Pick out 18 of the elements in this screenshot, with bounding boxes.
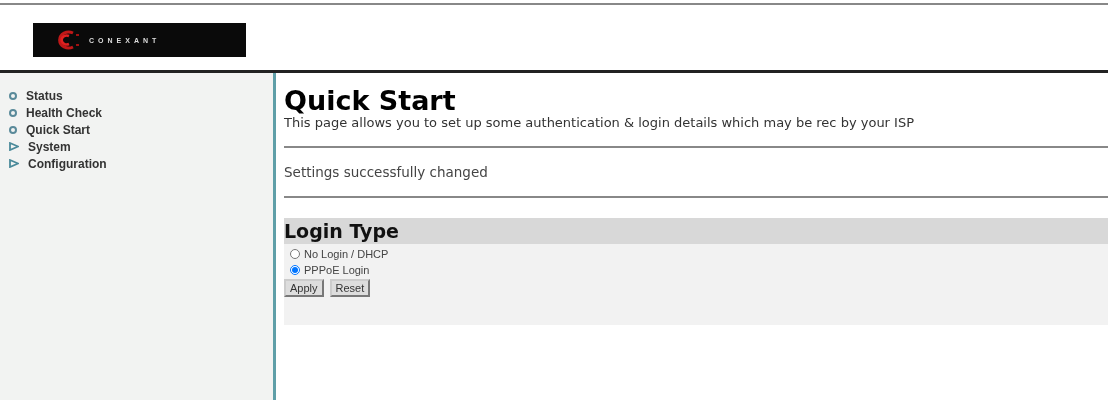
nav-link[interactable]: Quick Start	[0, 121, 273, 138]
nav-link[interactable]: System	[0, 138, 273, 155]
radio-button[interactable]	[290, 265, 300, 275]
nav-link[interactable]: Status	[0, 87, 273, 104]
bullet-icon	[9, 125, 17, 134]
section-heading: Login Type	[284, 218, 1108, 244]
radio-label: No Login / DHCP	[304, 248, 389, 260]
nav-link[interactable]: Health Check	[0, 104, 273, 121]
radio-button[interactable]	[290, 249, 300, 259]
nav-link[interactable]: Configuration	[0, 155, 273, 172]
form-button[interactable]: Reset	[329, 279, 371, 297]
form-button[interactable]: Apply	[284, 279, 324, 297]
bullet-icon	[9, 91, 17, 100]
status-message: Settings successfully changed	[284, 164, 489, 180]
bullet-icon	[9, 108, 17, 117]
page-description: This page allows you to set up some authentication & login details which may be rec by your ISP	[284, 116, 916, 130]
radio-label: PPPoE Login	[304, 264, 370, 276]
page-title: Quick Start	[284, 86, 457, 116]
